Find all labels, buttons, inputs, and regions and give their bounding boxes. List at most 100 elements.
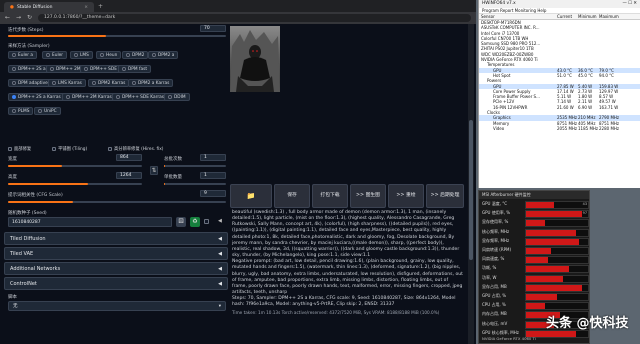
- sampler-option[interactable]: Heun: [96, 51, 122, 59]
- send-to-inpaint-button[interactable]: >> 重绘: [388, 184, 424, 208]
- script-select[interactable]: 无 ▾: [8, 301, 226, 311]
- graph-fill: [526, 211, 582, 218]
- forward-icon[interactable]: →: [16, 15, 22, 21]
- send-to-img2img-button[interactable]: >> 图生图: [350, 184, 386, 208]
- sampler-option[interactable]: DPM++ SDE: [80, 65, 121, 73]
- monitor-graph[interactable]: GPU 占用, %: [481, 293, 589, 302]
- tab-stable-diffusion[interactable]: ● Stable Diffusion ×: [4, 2, 94, 12]
- monitor-graph[interactable]: GPU 温度, °C 43: [481, 201, 589, 210]
- monitor-graph[interactable]: 显存使用率, %: [481, 219, 589, 228]
- reload-icon[interactable]: ↻: [27, 15, 33, 21]
- scrollbar-thumb[interactable]: [469, 120, 473, 260]
- graph-label: 显存频率, MHz: [482, 237, 510, 243]
- steps-input[interactable]: 70: [200, 25, 226, 32]
- afterburner-title: MSI Afterburner 硬件监控: [479, 191, 589, 199]
- url-field[interactable]: 127.0.0.1:7860/?__theme=dark: [38, 14, 471, 22]
- extra-seed-caret-icon[interactable]: ◀: [218, 218, 222, 224]
- accordion-additional-networks[interactable]: Additional Networks ◀: [4, 262, 228, 275]
- sampler-option[interactable]: DDIM: [164, 93, 190, 101]
- output-image-thumbnail[interactable]: [230, 26, 280, 92]
- sampler-option[interactable]: DPM++ 2M: [46, 65, 85, 73]
- sampler-option[interactable]: DPM2 a: [148, 51, 179, 59]
- accordion-controlnet[interactable]: ControlNet ◀: [4, 277, 228, 290]
- sampler-option[interactable]: DPM2: [122, 51, 149, 59]
- sensor-row[interactable]: Video 2055 MHz 1185 MHz 2280 MHz: [479, 126, 640, 131]
- graph-label: 核心电压, mV: [482, 320, 508, 326]
- sampler-option[interactable]: DPM++ 2S a: [8, 65, 50, 73]
- sampler-option[interactable]: DPM++ SDE Karras: [112, 93, 168, 101]
- hires-fix-checkbox[interactable]: 高分辨率修复 (Hires. fix): [108, 146, 163, 152]
- window-controls-icon[interactable]: — ☐ ✕: [623, 0, 640, 8]
- radio-dot-icon: [126, 53, 130, 57]
- folder-icon: 📁: [246, 192, 256, 200]
- reuse-seed-recycle-icon[interactable]: ♻: [190, 217, 200, 227]
- zip-download-button[interactable]: 打包下载: [312, 184, 348, 208]
- monitor-graph[interactable]: 显存频率, MHz: [481, 237, 589, 247]
- random-seed-dice-icon[interactable]: ⚄: [176, 217, 186, 227]
- monitor-graph[interactable]: 显存占用, MB: [481, 283, 589, 293]
- back-icon[interactable]: ←: [5, 15, 11, 21]
- sampler-option[interactable]: LMS: [70, 51, 93, 59]
- sampler-option[interactable]: Euler a: [8, 51, 38, 59]
- send-to-extras-button[interactable]: >> 后期处理: [426, 184, 464, 208]
- sampler-option[interactable]: DPM adaptive: [8, 79, 52, 87]
- graph-fill: [526, 257, 548, 264]
- monitor-graph[interactable]: 风扇速度, %: [481, 256, 589, 265]
- width-input[interactable]: 864: [116, 154, 142, 161]
- watermark-text: 头条 @快科技: [546, 316, 629, 331]
- swap-dimensions-button[interactable]: ⇅: [150, 166, 158, 175]
- monitor-graph[interactable]: 功率, W: [481, 274, 589, 284]
- batch-count-input[interactable]: 1: [200, 154, 226, 161]
- batch-size-input[interactable]: 1: [200, 172, 226, 179]
- monitor-graph[interactable]: 风扇转速 (RPM): [481, 247, 589, 256]
- graph-label: GPU 占用, %: [482, 293, 507, 298]
- tab-close-icon[interactable]: ×: [84, 5, 88, 10]
- graph-fill: [526, 229, 576, 236]
- seed-input[interactable]: 1610840287: [8, 217, 172, 227]
- tiling-checkbox[interactable]: 平铺图 (Tiling): [52, 146, 87, 152]
- seed-label: 随机数种子 (Seed): [8, 211, 47, 216]
- height-input[interactable]: 1264: [116, 172, 142, 179]
- width-slider[interactable]: [8, 165, 142, 167]
- page-scrollbar[interactable]: [468, 24, 474, 344]
- col-current[interactable]: Current: [557, 14, 578, 19]
- radio-dot-icon: [100, 53, 104, 57]
- sampler-option[interactable]: DPM2 a Karras: [128, 79, 174, 87]
- sampler-option[interactable]: PLMS: [8, 107, 34, 115]
- radio-dot-icon: [12, 67, 16, 71]
- steps-slider[interactable]: [8, 35, 226, 37]
- extra-seed-checkbox[interactable]: [204, 219, 209, 224]
- open-folder-button[interactable]: 📁: [230, 184, 272, 208]
- col-minimum[interactable]: Minimum: [578, 14, 599, 19]
- sampler-option[interactable]: Euler: [42, 51, 68, 59]
- sampler-label: 采样方法 (Sampler): [8, 44, 50, 49]
- batch-count-slider[interactable]: [164, 165, 226, 167]
- save-button[interactable]: 保存: [274, 184, 310, 208]
- monitor-graph[interactable]: CPU 占用, %: [481, 302, 589, 311]
- height-slider[interactable]: [8, 183, 142, 185]
- graph-bar: [525, 265, 589, 274]
- sampler-option[interactable]: UniPC: [34, 107, 61, 115]
- sampler-option[interactable]: DPM++ 2M Karras: [62, 93, 116, 101]
- cfg-slider[interactable]: [8, 201, 226, 203]
- col-sensor[interactable]: Sensor: [479, 14, 557, 19]
- accordion-tiled-vae[interactable]: Tiled VAE ◀: [4, 247, 228, 260]
- accordion-tiled-diffusion[interactable]: Tiled Diffusion ◀: [4, 232, 228, 245]
- monitor-graph[interactable]: GPU 使用率, % 97: [481, 210, 589, 219]
- radio-dot-icon: [132, 81, 136, 85]
- col-maximum[interactable]: Maximum: [599, 14, 620, 19]
- sampler-option[interactable]: DPM fast: [118, 65, 152, 73]
- restore-faces-checkbox[interactable]: 面部修复: [8, 146, 31, 152]
- sampler-option[interactable]: DPM2 Karras: [88, 79, 130, 87]
- cfg-input[interactable]: 9: [200, 190, 226, 197]
- graph-fill: [526, 303, 545, 310]
- sampler-option[interactable]: LMS Karras: [48, 79, 86, 87]
- sampler-option-label: DPM adaptive: [18, 80, 48, 86]
- graph-label: GPU 使用率, %: [482, 210, 511, 216]
- monitor-graph[interactable]: 核心频率, MHz: [481, 228, 589, 238]
- monitor-graph[interactable]: 功耗, %: [481, 265, 589, 274]
- sensor-value: 2055 MHz: [557, 125, 578, 131]
- sampler-option[interactable]: DPM++ 2S a Karras: [8, 93, 65, 101]
- batch-size-slider[interactable]: [164, 183, 226, 185]
- new-tab-icon[interactable]: +: [98, 3, 103, 10]
